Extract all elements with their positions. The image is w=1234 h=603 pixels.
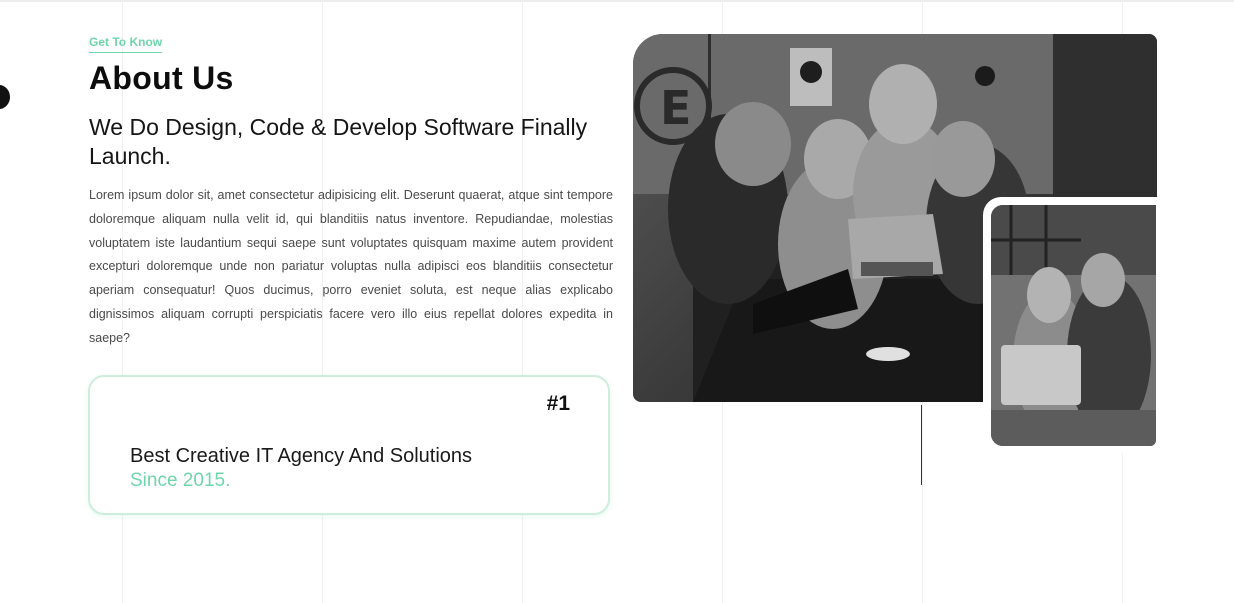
section-eyebrow: Get To Know (89, 35, 163, 53)
section-title: About Us (89, 60, 234, 96)
rank-badge: #1 (546, 392, 570, 415)
highlight-card: #1 Best Creative IT Agency And Solutions… (88, 375, 610, 515)
colleagues-photo (991, 205, 1156, 446)
top-border (0, 0, 1234, 2)
section-subtitle: We Do Design, Code & Develop Software Fi… (89, 114, 588, 169)
highlight-title: Best Creative IT Agency And Solutions (130, 445, 473, 467)
accent-divider (921, 405, 922, 485)
svg-text:E: E (660, 81, 691, 135)
about-description: Lorem ipsum dolor sit, amet consectetur … (89, 188, 613, 345)
cursor-dot (0, 85, 10, 109)
highlight-since: Since 2015. (130, 470, 231, 491)
